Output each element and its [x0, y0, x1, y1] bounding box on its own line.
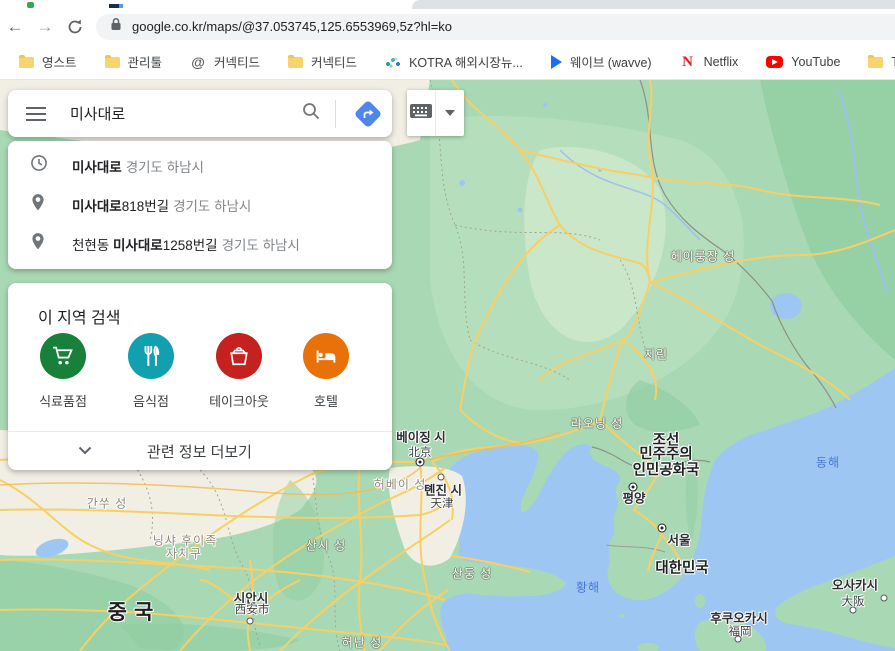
more-info-button[interactable]: 관련 정보 더보기 — [8, 432, 392, 470]
cart-icon — [40, 333, 86, 379]
bookmark-label: 커넥티드 — [214, 52, 260, 71]
at-icon: @ — [190, 55, 206, 69]
bookmark-item[interactable]: N Netflix — [671, 52, 748, 72]
reload-icon[interactable] — [60, 17, 90, 37]
keyboard-icon — [409, 103, 433, 124]
category-cart[interactable]: 식료품점 — [28, 333, 98, 410]
back-button[interactable]: ← — [0, 17, 30, 37]
tab-title-remnant — [109, 4, 119, 8]
search-divider — [335, 100, 336, 128]
caret-down-icon — [445, 110, 455, 116]
bookmark-label: 관리툴 — [128, 52, 163, 71]
play-icon — [551, 55, 562, 69]
suggestion-row[interactable]: 미사대로경기도 하남시 — [8, 146, 392, 185]
address-bar[interactable]: google.co.kr/maps/@37.053745,125.6553969… — [96, 14, 895, 40]
bookmark-label: 웨이브 (wavve) — [570, 52, 652, 71]
folder-icon — [105, 57, 120, 68]
bookmark-label: YouTube — [791, 55, 840, 69]
search-card: 미사대로 — [8, 90, 392, 137]
restaurant-icon — [128, 333, 174, 379]
maps-app: 헤이룽장 성지린랴오닝 성조선민주주의인민공화국평양동해서울대한민국황해베이징 … — [0, 80, 895, 651]
folder-icon — [868, 57, 883, 68]
search-icon[interactable] — [301, 101, 321, 126]
suggestion-text: 미사대로818번길경기도 하남시 — [72, 195, 251, 215]
hotel-icon — [303, 333, 349, 379]
bookmark-label: 영스트 — [42, 52, 77, 71]
suggestions-card: 미사대로경기도 하남시미사대로818번길경기도 하남시천현동 미사대로1258번… — [8, 141, 392, 269]
folder-icon — [19, 57, 34, 68]
browser-chrome: ← → google.co.kr/maps/@37.053745,125.655… — [0, 0, 895, 80]
bookmark-item[interactable]: 웨이브 (wavve) — [542, 49, 661, 74]
bookmark-label: TV — [891, 55, 895, 69]
clock-icon — [30, 154, 72, 177]
bookmark-item[interactable]: TV — [859, 52, 895, 72]
netflix-icon: N — [680, 55, 696, 69]
suggestion-row[interactable]: 미사대로818번길경기도 하남시 — [8, 185, 392, 224]
bookmark-item[interactable]: 커넥티드 — [279, 49, 366, 74]
folder-icon — [288, 57, 303, 68]
directions-button[interactable] — [348, 94, 388, 134]
bookmark-item[interactable]: KOTRA 해외시장뉴... — [376, 49, 532, 74]
keyboard-button[interactable] — [407, 90, 435, 136]
bookmark-item[interactable]: YouTube — [757, 52, 849, 72]
category-label: 식료품점 — [28, 391, 98, 410]
category-restaurant[interactable]: 음식점 — [116, 333, 186, 410]
category-label: 음식점 — [116, 391, 186, 410]
category-list: 식료품점 음식점 테이크아웃 호텔 — [8, 333, 392, 428]
more-info-label: 관련 정보 더보기 — [92, 441, 307, 462]
tab-strip-background — [412, 0, 895, 9]
tab-strip — [0, 0, 895, 9]
bookmark-label: 커넥티드 — [311, 52, 357, 71]
category-takeout[interactable]: 테이크아웃 — [204, 333, 274, 410]
takeout-icon — [216, 333, 262, 379]
url-text: google.co.kr/maps/@37.053745,125.6553969… — [132, 19, 452, 34]
pin-icon — [30, 193, 72, 217]
local-search-title: 이 지역 검색 — [8, 283, 392, 328]
keyboard-dropdown-button[interactable] — [436, 90, 464, 136]
bookmarks-bar: 영스트 관리툴 @ 커넥티드 커넥티드 KOTRA 해외시장뉴... 웨이브 (wavve)… — [0, 44, 895, 80]
suggestion-row[interactable]: 천현동 미사대로1258번길경기도 하남시 — [8, 224, 392, 263]
bookmark-item[interactable]: 영스트 — [10, 49, 86, 74]
category-label: 테이크아웃 — [204, 391, 274, 410]
search-input[interactable]: 미사대로 — [70, 103, 301, 124]
bookmark-label: Netflix — [704, 55, 739, 69]
local-search-card: 이 지역 검색 식료품점 음식점 테이크아웃 호텔 관련 정보 더보기 — [8, 283, 392, 470]
kotra-icon — [385, 55, 401, 69]
chevron-down-icon — [78, 442, 92, 460]
lock-icon — [110, 17, 122, 36]
suggestion-text: 미사대로경기도 하남시 — [72, 156, 204, 176]
keyboard-widget — [407, 90, 464, 136]
suggestion-text: 천현동 미사대로1258번길경기도 하남시 — [72, 234, 300, 254]
bookmark-label: KOTRA 해외시장뉴... — [409, 52, 523, 71]
browser-toolbar: ← → google.co.kr/maps/@37.053745,125.655… — [0, 9, 895, 44]
bookmark-item[interactable]: 관리툴 — [96, 49, 172, 74]
category-label: 호텔 — [291, 391, 361, 410]
menu-icon[interactable] — [26, 107, 46, 121]
bookmark-item[interactable]: @ 커넥티드 — [181, 49, 269, 74]
forward-button[interactable]: → — [30, 17, 60, 37]
youtube-icon — [766, 56, 783, 68]
category-hotel[interactable]: 호텔 — [291, 333, 361, 410]
pin-icon — [30, 232, 72, 256]
tab-favicon-remnant — [27, 2, 34, 8]
